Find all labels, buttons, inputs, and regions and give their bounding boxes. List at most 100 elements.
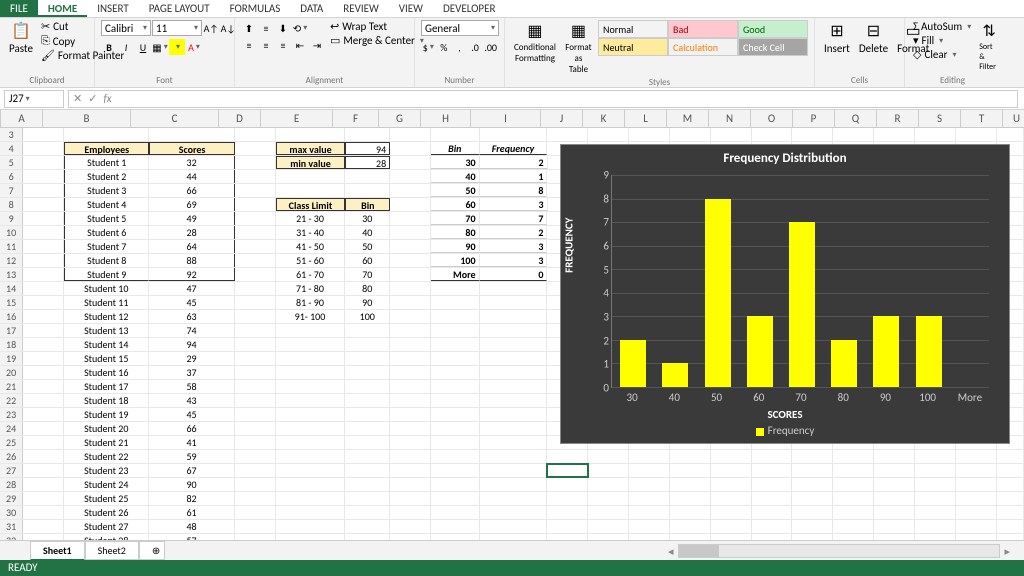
cell-A18[interactable] [23,338,64,351]
cell-C9[interactable]: 49 [149,212,234,225]
cell-F10[interactable]: 40 [345,226,390,239]
indent-inc-button[interactable]: ⇥ [309,37,325,53]
cell-D12[interactable] [235,254,276,267]
cell-N27[interactable] [711,464,752,477]
cell-G24[interactable] [390,422,431,435]
cell-E14[interactable]: 71 - 80 [276,282,346,295]
cell-B24[interactable]: Student 20 [64,422,149,435]
cell-G26[interactable] [390,450,431,463]
cell-C27[interactable]: 67 [149,464,234,477]
fx-icon[interactable]: fx [103,92,111,105]
currency-button[interactable]: $ [421,39,436,55]
cell-N26[interactable] [711,450,752,463]
cell-F15[interactable]: 90 [345,296,390,309]
cell-F24[interactable] [345,422,390,435]
conditional-formatting-button[interactable]: ▦Conditional Formatting [511,20,559,65]
cell-F7[interactable] [345,184,390,197]
cell-O3[interactable] [752,128,793,141]
cell-B31[interactable]: Student 27 [64,520,149,533]
cell-H23[interactable] [431,408,480,421]
cell-E3[interactable] [276,128,346,141]
cell-D4[interactable] [235,142,276,155]
row-header-30[interactable]: 30 [0,506,23,519]
cell-F19[interactable] [345,352,390,365]
cell-T30[interactable] [956,506,997,519]
cell-F25[interactable] [345,436,390,449]
cell-H8[interactable]: 60 [431,198,480,211]
cell-G29[interactable] [390,492,431,505]
cell-R31[interactable] [874,520,915,533]
cell-L29[interactable] [629,492,670,505]
cell-H12[interactable]: 100 [431,254,480,267]
new-sheet-button[interactable]: ⊕ [139,541,165,560]
cell-I27[interactable] [480,464,548,477]
cell-C22[interactable]: 43 [149,394,234,407]
cell-U31[interactable] [997,520,1024,533]
cell-U29[interactable] [997,492,1024,505]
cell-T26[interactable] [956,450,997,463]
col-header-H[interactable]: H [421,110,471,127]
cell-F31[interactable] [345,520,390,533]
cell-F6[interactable] [345,170,390,183]
cell-E12[interactable]: 51 - 60 [276,254,346,267]
cell-B16[interactable]: Student 12 [64,310,149,323]
tab-file[interactable]: FILE [0,0,38,17]
cell-J27[interactable] [547,464,588,477]
percent-button[interactable]: % [437,39,452,55]
cell-C10[interactable]: 28 [149,226,234,239]
cell-H28[interactable] [431,478,480,491]
cell-I3[interactable] [480,128,548,141]
cell-F11[interactable]: 50 [345,240,390,253]
cell-B28[interactable]: Student 24 [64,478,149,491]
cell-Q29[interactable] [833,492,874,505]
cell-D23[interactable] [235,408,276,421]
cell-P30[interactable] [792,506,833,519]
cell-I23[interactable] [480,408,548,421]
cell-E25[interactable] [276,436,346,449]
bar-80[interactable] [831,340,857,387]
cell-K31[interactable] [588,520,629,533]
cell-A27[interactable] [23,464,64,477]
bar-60[interactable] [747,316,773,387]
cell-E9[interactable]: 21 - 30 [276,212,346,225]
cell-I8[interactable]: 3 [480,198,548,211]
cell-N29[interactable] [711,492,752,505]
cell-R3[interactable] [874,128,915,141]
cell-A20[interactable] [23,366,64,379]
cell-E31[interactable] [276,520,346,533]
delete-cells-button[interactable]: ⊟Delete [856,20,891,56]
cell-B17[interactable]: Student 13 [64,324,149,337]
cell-F17[interactable] [345,324,390,337]
cell-C5[interactable]: 32 [149,156,234,169]
cell-P31[interactable] [792,520,833,533]
cell-C17[interactable]: 74 [149,324,234,337]
cell-M29[interactable] [670,492,711,505]
cell-B12[interactable]: Student 8 [64,254,149,267]
cell-C6[interactable]: 44 [149,170,234,183]
align-bottom-button[interactable]: ⬇ [275,20,291,36]
cell-A16[interactable] [23,310,64,323]
cell-C13[interactable]: 92 [149,268,234,281]
cell-C8[interactable]: 69 [149,198,234,211]
cell-D19[interactable] [235,352,276,365]
cell-H16[interactable] [431,310,480,323]
row-header-13[interactable]: 13 [0,268,23,281]
cell-B10[interactable]: Student 6 [64,226,149,239]
cell-I6[interactable]: 1 [480,170,548,183]
cell-A10[interactable] [23,226,64,239]
cell-H25[interactable] [431,436,480,449]
cell-B9[interactable]: Student 5 [64,212,149,225]
cell-E29[interactable] [276,492,346,505]
cell-E6[interactable] [276,170,346,183]
cell-I12[interactable]: 3 [480,254,548,267]
cell-G17[interactable] [390,324,431,337]
cell-F16[interactable]: 100 [345,310,390,323]
cell-B13[interactable]: Student 9 [64,268,149,281]
cell-H15[interactable] [431,296,480,309]
row-header-4[interactable]: 4 [0,142,23,155]
cell-O28[interactable] [752,478,793,491]
font-size-select[interactable]: 11 [152,20,202,36]
cell-D27[interactable] [235,464,276,477]
cell-A22[interactable] [23,394,64,407]
cell-A25[interactable] [23,436,64,449]
